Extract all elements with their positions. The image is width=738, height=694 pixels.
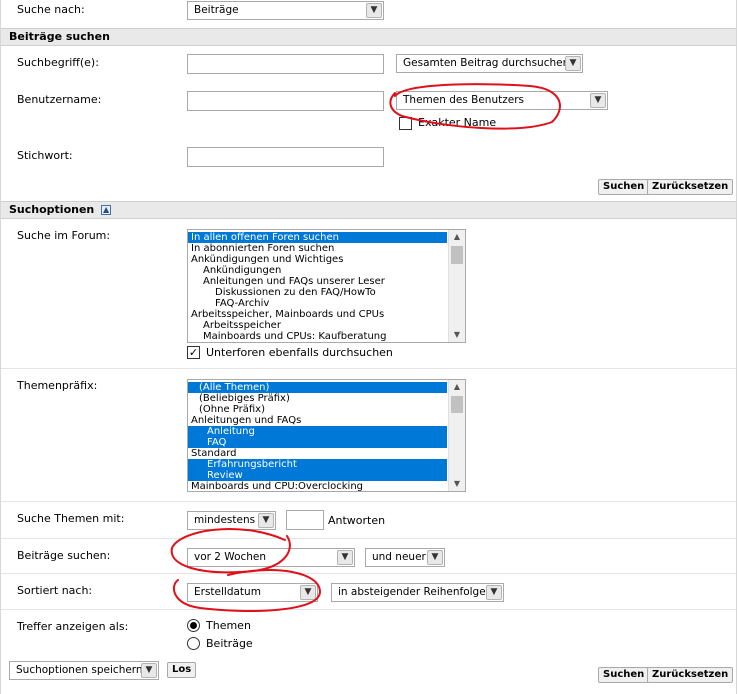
posts-from-direction-select[interactable]: und neuer ▼ (365, 548, 445, 567)
chevron-down-icon: ▼ (590, 93, 606, 108)
forum-scrollbar[interactable]: ▲ ▼ (448, 230, 465, 342)
posts-from-value: vor 2 Wochen (194, 551, 267, 563)
list-item[interactable]: Anleitungen und FAQs unserer Leser (188, 276, 447, 287)
threads-with-unit: Antworten (328, 514, 386, 527)
chevron-down-icon: ▼ (141, 663, 157, 678)
subforums-label: Unterforen ebenfalls durchsuchen (206, 346, 393, 359)
chevron-down-icon: ▼ (300, 585, 316, 600)
row-divider (1, 368, 736, 369)
threads-with-mode-select[interactable]: mindestens ▼ (187, 511, 276, 530)
reset-button-top[interactable]: Zurücksetzen (647, 179, 734, 195)
search-for-label: Suche nach: (17, 3, 85, 16)
forum-listbox[interactable]: In allen offenen Foren suchen In abonnier… (187, 229, 466, 343)
search-for-select[interactable]: Beiträge ▼ (187, 1, 384, 20)
posts-from-select[interactable]: vor 2 Wochen ▼ (187, 548, 355, 567)
list-item[interactable]: Review (188, 470, 447, 481)
list-item[interactable]: (Beliebiges Präfix) (188, 393, 447, 404)
threads-with-count-input[interactable] (286, 510, 324, 530)
chevron-down-icon: ▼ (258, 513, 274, 528)
list-item[interactable]: Diskussionen zu den FAQ/HowTo (188, 287, 447, 298)
keyword-input[interactable] (187, 147, 384, 167)
search-scope-select[interactable]: Gesamten Beitrag durchsuchen ▼ (396, 54, 583, 73)
threads-with-label: Suche Themen mit: (17, 512, 125, 525)
section-header-options: Suchoptionen ▲ (1, 201, 736, 219)
chevron-down-icon: ▼ (486, 585, 502, 600)
list-item[interactable]: Arbeitsspeicher, Mainboards und CPUs (188, 309, 447, 320)
list-item[interactable]: In allen offenen Foren suchen (188, 232, 447, 243)
threads-with-mode-value: mindestens (194, 514, 256, 526)
show-as-posts-radio[interactable] (187, 637, 200, 650)
show-as-posts-label: Beiträge (206, 637, 253, 650)
exact-name-checkbox[interactable] (399, 117, 412, 130)
scroll-thumb[interactable] (451, 396, 463, 413)
posts-from-label: Beiträge suchen: (17, 549, 111, 562)
collapse-icon[interactable]: ▲ (101, 205, 112, 215)
save-options-select[interactable]: Suchoptionen speichern ▼ (9, 661, 159, 680)
list-item[interactable]: FAQ-Archiv (188, 298, 447, 309)
scroll-up-icon[interactable]: ▲ (449, 230, 465, 244)
section-options-title: Suchoptionen (9, 203, 95, 216)
chevron-down-icon: ▼ (366, 3, 382, 18)
list-item[interactable]: Ankündigungen und Wichtiges (188, 254, 447, 265)
list-item[interactable]: Erfahrungsbericht (188, 459, 447, 470)
username-label: Benutzername: (17, 93, 102, 106)
list-item[interactable]: Ankündigungen (188, 265, 447, 276)
forum-label: Suche im Forum: (17, 229, 111, 242)
username-scope-value: Themen des Benutzers (403, 94, 524, 106)
scroll-down-icon[interactable]: ▼ (449, 328, 465, 342)
posts-from-direction-value: und neuer (372, 551, 426, 563)
list-item[interactable]: Arbeitsspeicher (188, 320, 447, 331)
list-item[interactable]: Anleitungen und FAQs (188, 415, 447, 426)
show-as-threads-radio[interactable] (187, 619, 200, 632)
row-divider (1, 573, 736, 574)
reset-button-bottom[interactable]: Zurücksetzen (647, 667, 734, 683)
sort-label: Sortiert nach: (17, 584, 93, 597)
list-item[interactable]: (Ohne Präfix) (188, 404, 447, 415)
section-header-posts: Beiträge suchen (1, 28, 736, 46)
row-divider (1, 538, 736, 539)
show-as-label: Treffer anzeigen als: (17, 620, 129, 633)
username-input[interactable] (187, 91, 384, 111)
subforums-checkbox[interactable]: ✓ (187, 346, 200, 359)
frame-right (736, 0, 737, 694)
list-item[interactable]: FAQ (188, 437, 447, 448)
scroll-up-icon[interactable]: ▲ (449, 380, 465, 394)
search-scope-value: Gesamten Beitrag durchsuchen (403, 57, 570, 69)
list-item[interactable]: Mainboards und CPUs: Kaufberatung (188, 331, 447, 342)
row-divider (1, 609, 736, 610)
frame-left (0, 0, 1, 694)
save-options-value: Suchoptionen speichern (16, 664, 143, 676)
list-item[interactable]: Mainboards und CPU:Overclocking (188, 481, 447, 491)
search-button-top[interactable]: Suchen (598, 179, 650, 195)
search-term-label: Suchbegriff(e): (17, 56, 99, 69)
exact-name-label: Exakter Name (418, 116, 497, 129)
search-for-value: Beiträge (194, 4, 239, 16)
row-divider (1, 501, 736, 502)
prefix-listbox[interactable]: (Alle Themen) (Beliebiges Präfix) (Ohne Pr… (187, 379, 466, 492)
sort-order-value: in absteigender Reihenfolge (338, 586, 486, 598)
list-item[interactable]: Anleitung (188, 426, 447, 437)
username-scope-select[interactable]: Themen des Benutzers ▼ (396, 91, 608, 110)
search-button-bottom[interactable]: Suchen (598, 667, 650, 683)
sort-order-select[interactable]: in absteigender Reihenfolge ▼ (331, 583, 504, 602)
list-item[interactable]: In abonnierten Foren suchen (188, 243, 447, 254)
prefix-label: Themenpräfix: (17, 379, 98, 392)
scroll-down-icon[interactable]: ▼ (449, 477, 465, 491)
search-term-input[interactable] (187, 54, 384, 74)
list-item[interactable]: (Alle Themen) (188, 382, 447, 393)
list-item[interactable]: Standard (188, 448, 447, 459)
prefix-scrollbar[interactable]: ▲ ▼ (448, 380, 465, 491)
show-as-threads-label: Themen (206, 619, 251, 632)
sort-value: Erstelldatum (194, 586, 261, 598)
keyword-label: Stichwort: (17, 149, 73, 162)
scroll-thumb[interactable] (451, 246, 463, 264)
chevron-down-icon: ▼ (565, 56, 581, 71)
chevron-down-icon: ▼ (427, 550, 443, 565)
chevron-down-icon: ▼ (337, 550, 353, 565)
sort-select[interactable]: Erstelldatum ▼ (187, 583, 318, 602)
go-button[interactable]: Los (167, 662, 197, 678)
